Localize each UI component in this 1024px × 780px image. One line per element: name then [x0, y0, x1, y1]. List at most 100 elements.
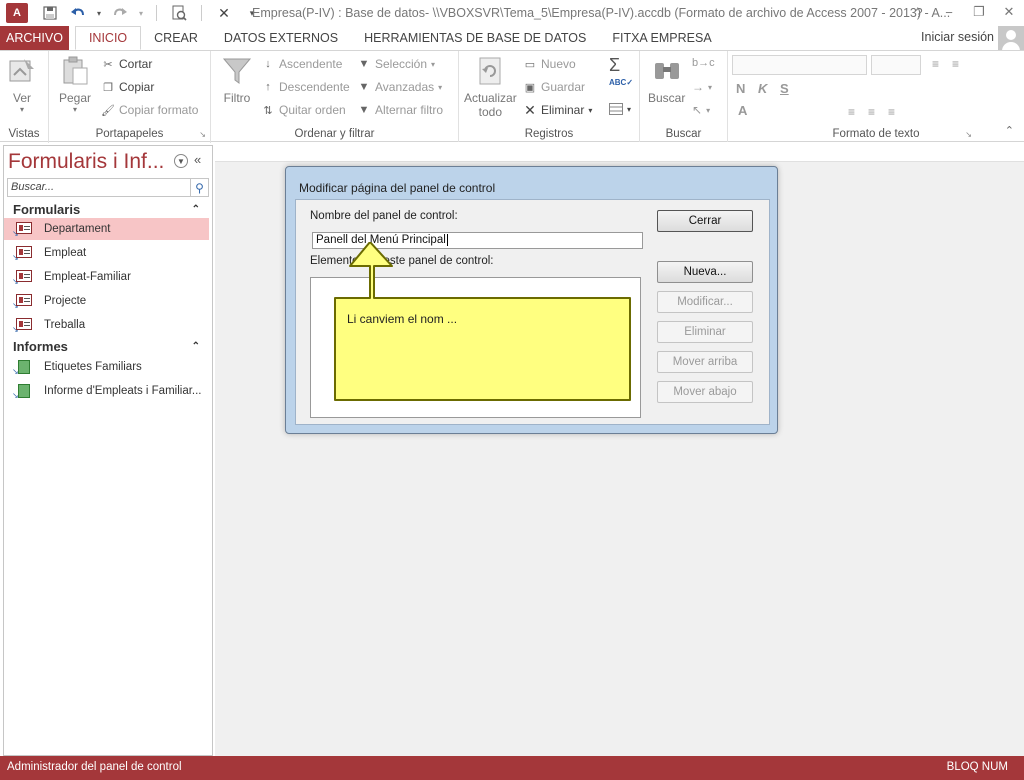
seleccion-button[interactable]: ▼ Selección ▾ — [357, 57, 436, 71]
numbering-icon[interactable]: ≡ — [952, 57, 959, 71]
eliminar-item-button[interactable]: Eliminar — [657, 321, 753, 343]
binoculars-icon — [651, 55, 683, 87]
modificar-button[interactable]: Modificar... — [657, 291, 753, 313]
seleccion-label: Selección — [375, 57, 428, 71]
align-left-icon[interactable]: ≡ — [848, 105, 855, 119]
copiar-formato-label: Copiar formato — [119, 103, 199, 117]
nav-item-etiquetes-familiars[interactable]: ↘ Etiquetes Familiars — [4, 356, 209, 378]
signin-link[interactable]: Iniciar sesión — [921, 30, 994, 44]
save-icon[interactable] — [38, 2, 62, 24]
form-icon: ↘ — [12, 246, 32, 262]
help-button[interactable]: ? — [904, 0, 934, 24]
close-object-icon[interactable]: ✕ — [212, 2, 236, 24]
font-name-select[interactable] — [732, 55, 867, 75]
access-app-icon[interactable]: A — [6, 3, 28, 23]
font-size-select[interactable] — [871, 55, 921, 75]
window-controls: ? − ❐ ✕ — [904, 0, 1024, 24]
nuevo-label: Nuevo — [541, 57, 576, 71]
cerrar-button[interactable]: Cerrar — [657, 210, 753, 232]
bold-button[interactable]: N — [736, 81, 745, 96]
nav-pane-title[interactable]: Formularis i Inf... — [8, 150, 164, 174]
status-left-text: Administrador del panel de control — [7, 761, 182, 773]
tab-datos-externos[interactable]: DATOS EXTERNOS — [211, 26, 351, 50]
group-vistas: Ver ▾ Vistas — [0, 51, 49, 143]
nav-item-informe-empleats[interactable]: ↘ Informe d'Empleats i Familiar... — [4, 380, 209, 402]
avanzadas-button[interactable]: ▼ Avanzadas ▾ — [357, 80, 443, 94]
nuevo-button[interactable]: ▭ Nuevo — [523, 57, 576, 71]
collapse-section-icon[interactable]: ⌃ — [192, 341, 200, 352]
cortar-button[interactable]: ✂ Cortar — [101, 57, 152, 71]
num-lock-indicator: BLOQ NUM — [946, 761, 1008, 773]
font-color-button[interactable]: A — [738, 103, 747, 118]
group-ordenar-filtrar: Filtro ↓ Ascendente ↑ Descendente ⇅ Quit… — [211, 51, 459, 143]
close-window-button[interactable]: ✕ — [994, 0, 1024, 24]
pegar-button[interactable]: Pegar ▾ — [59, 55, 91, 114]
nav-section-informes[interactable]: Informes ⌃ — [4, 336, 212, 356]
quitar-orden-button[interactable]: ⇅ Quitar orden — [261, 103, 345, 117]
print-preview-icon[interactable] — [167, 2, 191, 24]
align-center-icon[interactable]: ≡ — [868, 105, 875, 119]
nav-item-projecte[interactable]: ↘ Projecte — [4, 290, 209, 312]
mover-arriba-button[interactable]: Mover arriba — [657, 351, 753, 373]
view-icon — [6, 55, 38, 87]
document-tab-strip — [215, 142, 1024, 162]
goto-icon[interactable]: → ▾ — [692, 80, 712, 94]
tab-archivo[interactable]: ARCHIVO — [0, 26, 69, 50]
dialog-title: Modificar página del panel de control — [299, 181, 496, 195]
collapse-section-icon[interactable]: ⌃ — [192, 204, 200, 215]
nav-item-label: Informe d'Empleats i Familiar... — [44, 385, 202, 397]
group-label-buscar: Buscar — [665, 128, 702, 140]
tab-fitxa-empresa[interactable]: FITXA EMPRESA — [599, 26, 724, 50]
underline-button[interactable]: S — [780, 81, 789, 96]
replace-icon[interactable]: b→c — [692, 57, 715, 69]
search-icon[interactable]: ⚲ — [190, 179, 208, 196]
eliminar-button[interactable]: ✕ Eliminar ▾ — [523, 102, 592, 118]
seleccion-dropdown-icon: ▾ — [431, 59, 436, 69]
nav-item-departament[interactable]: ↘ Departament — [4, 218, 209, 240]
group-label-vistas: Vistas — [8, 128, 40, 140]
nav-collapse-icon[interactable]: « — [194, 152, 201, 167]
nav-section-formularis[interactable]: Formularis ⌃ — [4, 199, 212, 219]
nav-search-box[interactable]: Buscar... ⚲ — [7, 178, 209, 197]
tab-inicio[interactable]: INICIO — [74, 26, 142, 50]
bullets-icon[interactable]: ≡ — [932, 57, 939, 71]
nav-search-input[interactable]: Buscar... — [11, 181, 54, 193]
align-right-icon[interactable]: ≡ — [888, 105, 895, 119]
redo-icon[interactable] — [108, 2, 132, 24]
select-icon[interactable]: ↖ ▾ — [692, 103, 710, 117]
form-icon: ↘ — [12, 294, 32, 310]
actualizar-todo-button[interactable]: Actualizar todo — [464, 55, 517, 119]
descendente-button[interactable]: ↑ Descendente — [261, 80, 349, 94]
redo-dropdown-icon[interactable]: ▾ — [136, 2, 146, 24]
copiar-button[interactable]: ❐ Copiar — [101, 80, 154, 94]
qat-separator-2 — [201, 5, 202, 21]
mover-abajo-button[interactable]: Mover abajo — [657, 381, 753, 403]
nav-menu-dropdown-icon[interactable]: ▼ — [174, 154, 188, 168]
minimize-button[interactable]: − — [934, 0, 964, 24]
new-record-icon: ▭ — [524, 58, 536, 71]
copiar-formato-button[interactable]: 🖌 Copiar formato — [101, 103, 198, 117]
totals-icon[interactable]: Σ — [609, 55, 620, 76]
nav-item-empleat-familiar[interactable]: ↘ Empleat-Familiar — [4, 266, 209, 288]
spelling-icon[interactable]: ABC✓ — [609, 78, 633, 87]
maximize-button[interactable]: ❐ — [964, 0, 994, 24]
italic-button[interactable]: K — [758, 81, 767, 96]
portapapeles-launcher-icon[interactable]: ↘ — [199, 130, 206, 139]
tab-herramientas[interactable]: HERRAMIENTAS DE BASE DE DATOS — [351, 26, 599, 50]
user-avatar[interactable] — [998, 26, 1024, 52]
guardar-button[interactable]: ▣ Guardar — [523, 80, 585, 94]
buscar-button[interactable]: Buscar — [648, 55, 685, 105]
tab-crear[interactable]: CREAR — [141, 26, 211, 50]
nueva-button[interactable]: Nueva... — [657, 261, 753, 283]
more-records-icon[interactable]: ▾ — [609, 103, 631, 115]
nav-item-empleat[interactable]: ↘ Empleat — [4, 242, 209, 264]
filtro-button[interactable]: Filtro — [221, 55, 253, 105]
nav-item-treballa[interactable]: ↘ Treballa — [4, 314, 209, 336]
alternar-filtro-button[interactable]: ▼ Alternar filtro — [357, 103, 443, 117]
formato-launcher-icon[interactable]: ↘ — [965, 130, 972, 139]
collapse-ribbon-icon[interactable]: ⌃ — [1005, 124, 1014, 137]
undo-dropdown-icon[interactable]: ▾ — [94, 2, 104, 24]
ascendente-button[interactable]: ↓ Ascendente — [261, 57, 342, 71]
ver-button[interactable]: Ver ▾ — [6, 55, 38, 114]
undo-icon[interactable] — [66, 2, 90, 24]
